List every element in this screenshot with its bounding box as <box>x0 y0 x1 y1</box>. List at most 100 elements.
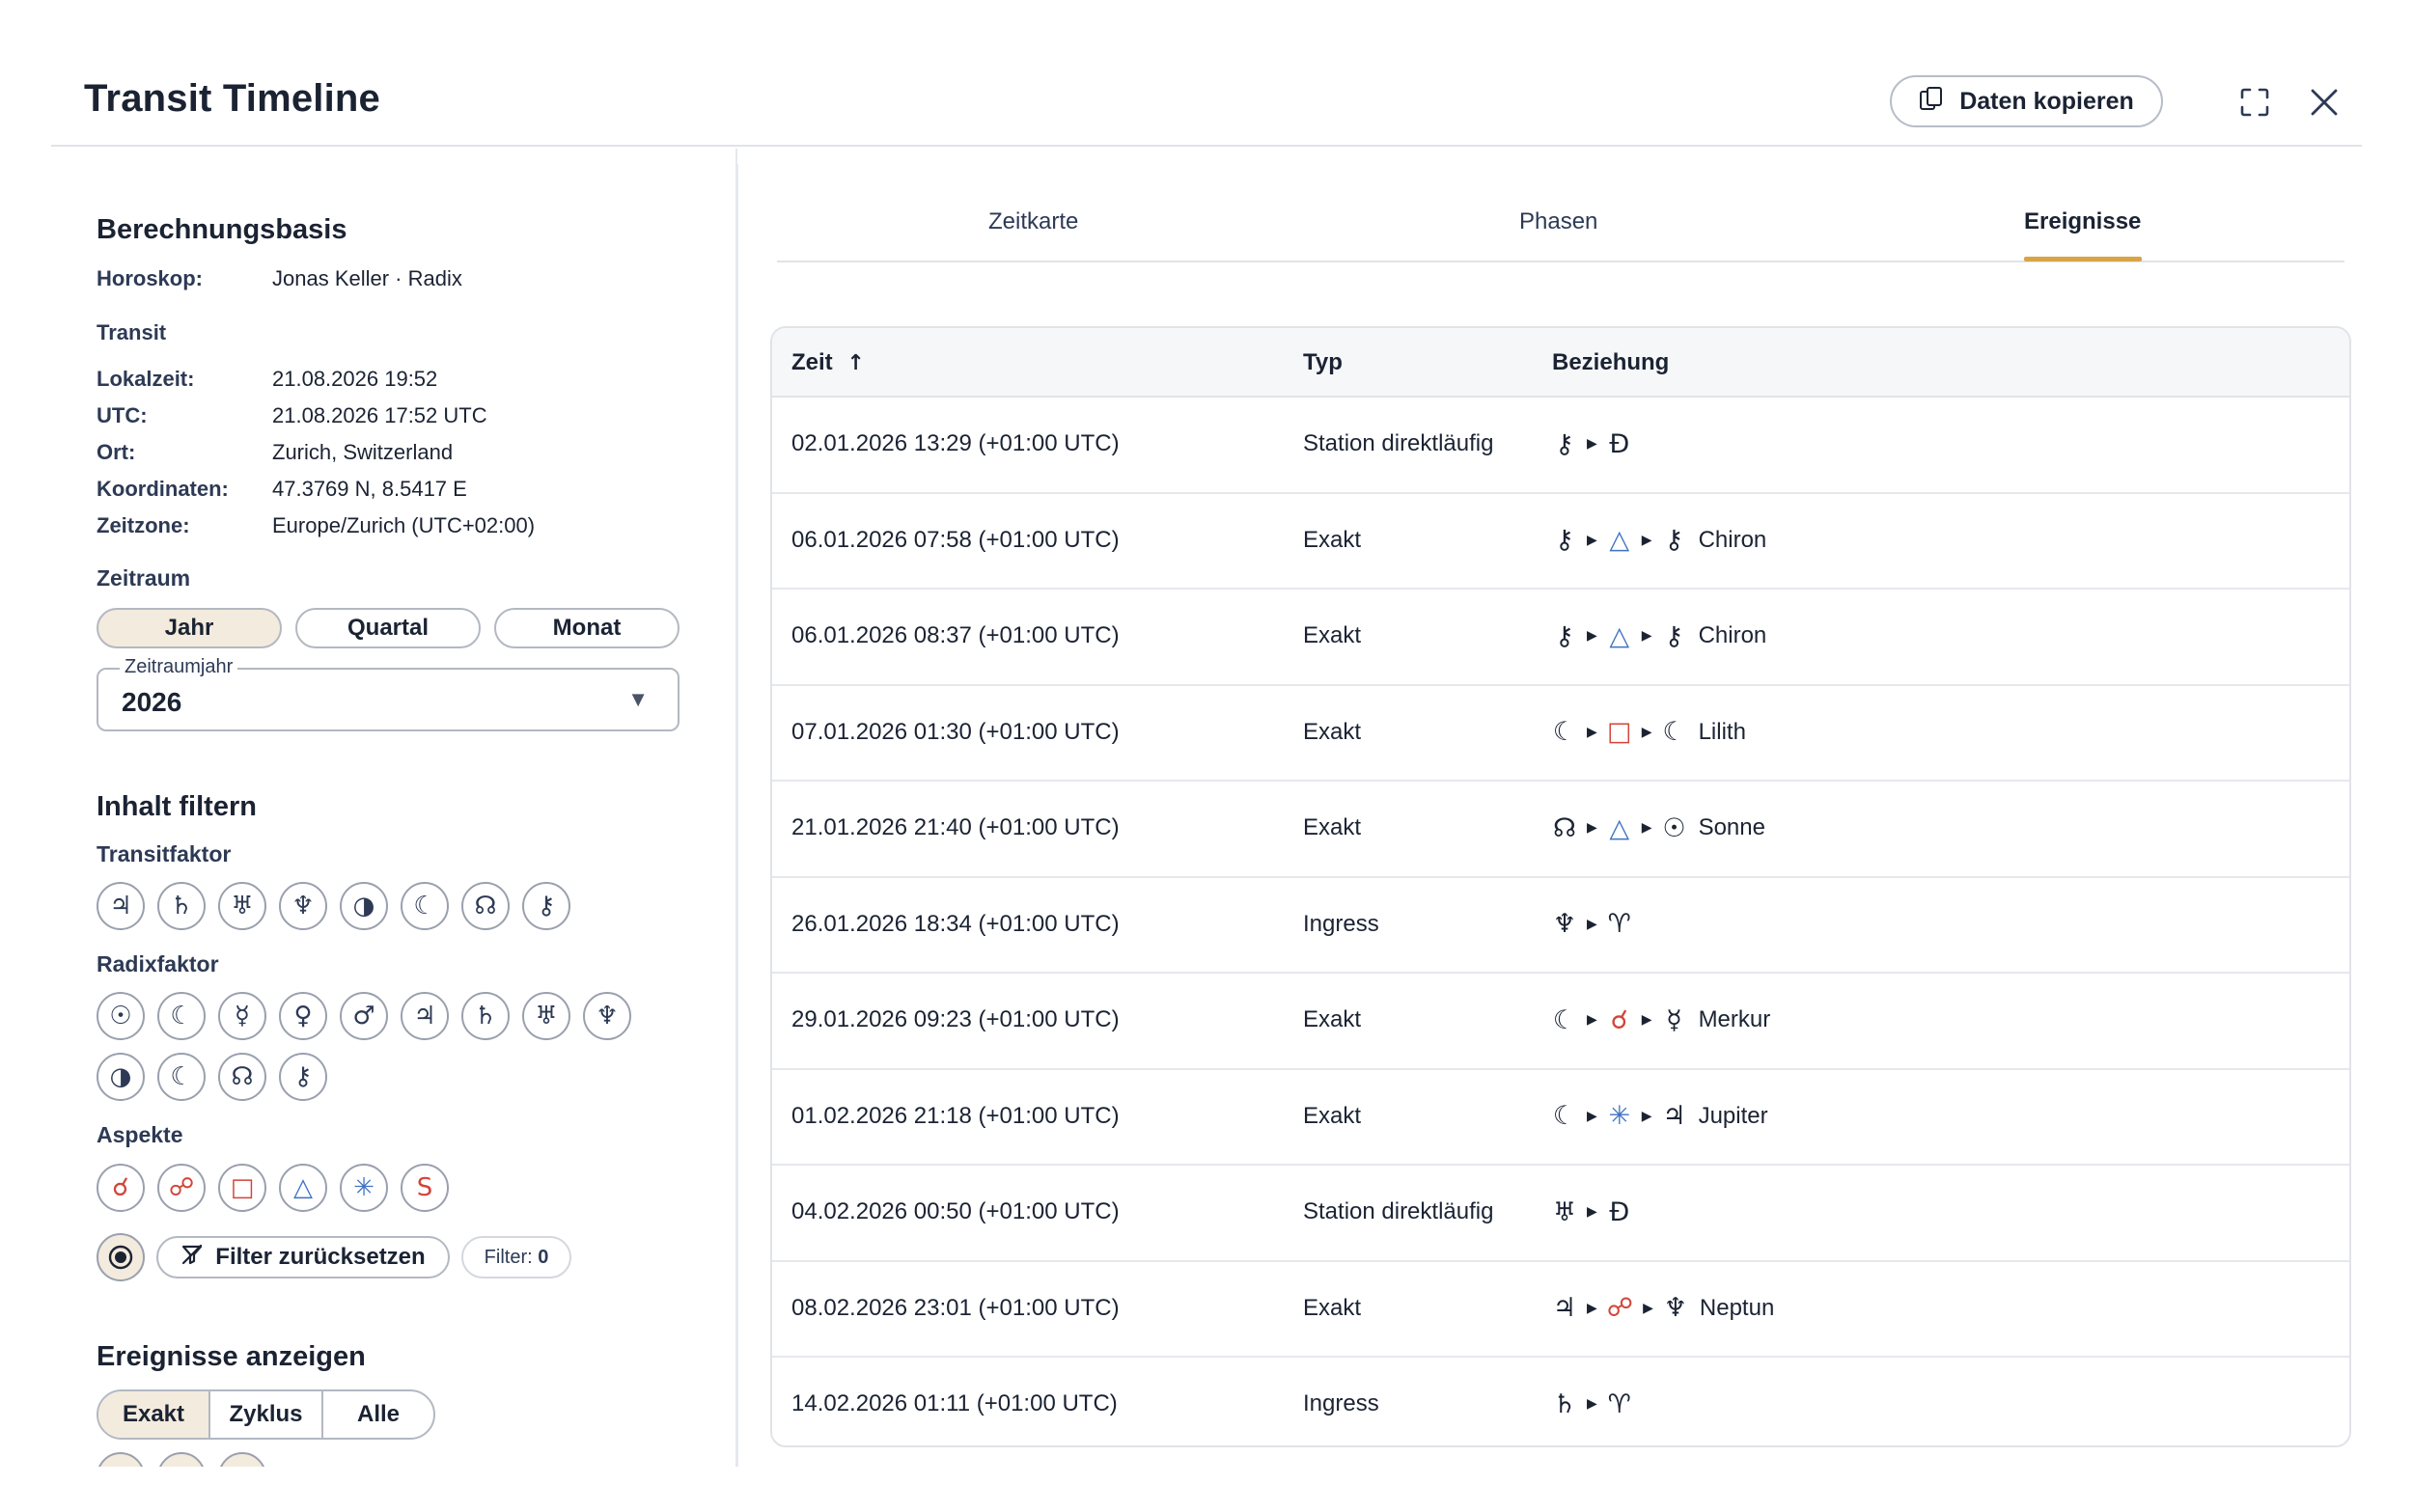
table-row[interactable]: 14.02.2026 01:11 (+01:00 UTC) Ingress ♄ ▶ ♈ <box>772 1358 2349 1445</box>
radix-venus-icon[interactable]: ♀ <box>279 992 327 1040</box>
radix-uranus-icon[interactable]: ♅ <box>522 992 570 1040</box>
active-tab-indicator <box>2024 257 2142 261</box>
aspect-trine-icon[interactable]: △ <box>279 1164 327 1212</box>
lokalzeit-label: Lokalzeit: <box>97 367 195 391</box>
table-row[interactable]: 08.02.2026 23:01 (+01:00 UTC) Exakt ♃ ▶ ☍ ▶ ♆ N… <box>772 1262 2349 1358</box>
arrow-icon: ▶ <box>1587 820 1597 836</box>
transit-saturn-icon[interactable]: ♄ <box>157 882 206 930</box>
astro-glyph-icon: ⚷ <box>1664 525 1684 555</box>
astro-glyph-icon: ☊ <box>1553 812 1576 843</box>
basis-title: Berechnungsbasis <box>97 214 347 245</box>
sort-ascending-icon: ↑ <box>846 351 865 375</box>
astro-glyph-icon: ☾ <box>1662 717 1686 747</box>
aspect-square-icon[interactable]: □ <box>218 1164 266 1212</box>
radixfaktor-title: Radixfaktor <box>97 951 219 976</box>
astro-glyph-icon: ☾ <box>1552 717 1577 747</box>
transit-lilith-icon[interactable]: ☾ <box>401 882 449 930</box>
select-value: 2026 <box>122 687 182 717</box>
astro-glyph-icon: △ <box>1609 620 1630 651</box>
arrow-icon: ▶ <box>1587 916 1597 932</box>
filter-title: Inhalt filtern <box>97 791 257 822</box>
table-row[interactable]: 06.01.2026 07:58 (+01:00 UTC) Exakt ⚷ ▶ △ ▶ ⚷ C… <box>772 494 2349 590</box>
chevron-down-icon: ▼ <box>627 687 649 711</box>
radix-neptune-icon[interactable]: ♆ <box>583 992 631 1040</box>
zeitraum-option-jahr[interactable]: Jahr <box>97 608 282 648</box>
radix-lilith-icon[interactable]: ☾ <box>157 1053 206 1101</box>
transit-chiron-icon[interactable]: ⚷ <box>522 882 570 930</box>
arrow-icon: ▶ <box>1641 532 1652 548</box>
fullscreen-icon[interactable] <box>2233 81 2276 124</box>
astro-glyph-icon: ✳ <box>1608 1101 1631 1131</box>
table-row[interactable]: 29.01.2026 09:23 (+01:00 UTC) Exakt ☾ ▶ ☌ ▶ ☿ M… <box>772 974 2349 1070</box>
zeitraum-option-monat[interactable]: Monat <box>494 608 680 648</box>
cell-relation: ☾ ▶ ☌ ▶ ☿ Merkur <box>1552 999 1770 1041</box>
transit-neptune-icon[interactable]: ♆ <box>279 882 327 930</box>
table-row[interactable]: 26.01.2026 18:34 (+01:00 UTC) Ingress ♆ ▶ ♈ <box>772 878 2349 974</box>
cell-time: 21.01.2026 21:40 (+01:00 UTC) <box>791 814 1120 840</box>
cell-time: 06.01.2026 07:58 (+01:00 UTC) <box>791 526 1120 553</box>
aspect-s-icon[interactable]: S <box>401 1164 449 1212</box>
radix-mars-icon[interactable]: ♂ <box>340 992 388 1040</box>
zeitraum-option-quartal[interactable]: Quartal <box>295 608 481 648</box>
tab-ereignisse[interactable]: Ereignisse <box>2024 208 2141 235</box>
arrow-icon: ▶ <box>1641 724 1652 740</box>
astro-glyph-icon: ☌ <box>1610 1004 1628 1035</box>
events-option-zyklus[interactable]: Zyklus <box>210 1391 323 1438</box>
events-option-alle[interactable]: Alle <box>323 1391 433 1438</box>
table-row[interactable]: 21.01.2026 21:40 (+01:00 UTC) Exakt ☊ ▶ △ ▶ ☉ S… <box>772 782 2349 878</box>
cell-type: Exakt <box>1303 1294 1362 1321</box>
cell-type: Exakt <box>1303 526 1362 553</box>
filter-off-icon <box>180 1243 204 1273</box>
zeitraumjahr-select[interactable]: Zeitraumjahr 2026 ▼ <box>97 656 680 731</box>
tab-zeitkarte[interactable]: Zeitkarte <box>988 208 1078 235</box>
dialog-title: Transit Timeline <box>84 77 381 120</box>
filter-count-label: Filter: <box>484 1246 533 1268</box>
column-header-beziehung[interactable]: Beziehung <box>1552 349 1669 376</box>
transit-node-icon[interactable]: ☊ <box>461 882 510 930</box>
table-row[interactable]: 01.02.2026 21:18 (+01:00 UTC) Exakt ☾ ▶ ✳ ▶ ♃ J… <box>772 1070 2349 1166</box>
cell-type: Station direktläufig <box>1303 1198 1494 1224</box>
radix-sun-icon[interactable]: ☉ <box>97 992 145 1040</box>
copy-button-label: Daten kopieren <box>1959 87 2134 115</box>
ort-label: Ort: <box>97 440 136 464</box>
radix-chiron-icon[interactable]: ⚷ <box>279 1053 327 1101</box>
astro-glyph-icon: ♃ <box>1552 1293 1577 1323</box>
events-option-exakt[interactable]: Exakt <box>98 1391 210 1438</box>
aspect-sextile-icon[interactable]: ✳ <box>340 1164 388 1212</box>
panel-divider <box>736 164 738 1467</box>
arrow-icon: ▶ <box>1587 1204 1597 1220</box>
select-label: Zeitraumjahr <box>120 656 238 678</box>
aspect-conjunction-icon[interactable]: ☌ <box>97 1164 145 1212</box>
table-row[interactable]: 06.01.2026 08:37 (+01:00 UTC) Exakt ⚷ ▶ △ ▶ ⚷ C… <box>772 590 2349 686</box>
radix-node-icon[interactable]: ☊ <box>218 1053 266 1101</box>
column-header-typ[interactable]: Typ <box>1303 349 1343 376</box>
table-row[interactable]: 07.01.2026 01:30 (+01:00 UTC) Exakt ☾ ▶ □ ▶ ☾ L… <box>772 686 2349 782</box>
copy-data-button[interactable]: Daten kopieren <box>1890 75 2163 127</box>
transitfaktor-title: Transitfaktor <box>97 841 232 866</box>
radix-saturn-icon[interactable]: ♄ <box>461 992 510 1040</box>
cell-relation: ☊ ▶ △ ▶ ☉ Sonne <box>1552 807 1765 849</box>
transit-uranus-icon[interactable]: ♅ <box>218 882 266 930</box>
table-row[interactable]: 02.01.2026 13:29 (+01:00 UTC) Station dir… <box>772 398 2349 494</box>
close-icon[interactable] <box>2303 81 2345 124</box>
astro-glyph-icon: ☉ <box>1662 812 1686 843</box>
radio-toggle-icon[interactable] <box>97 1233 145 1281</box>
aspect-opposition-icon[interactable]: ☍ <box>157 1164 206 1212</box>
horoskop-value: Jonas Keller · Radix <box>272 266 462 290</box>
tab-phasen[interactable]: Phasen <box>1519 208 1597 235</box>
radix-jupiter-icon[interactable]: ♃ <box>401 992 449 1040</box>
radix-moon-icon[interactable]: ☾ <box>157 992 206 1040</box>
cell-relation: ☾ ▶ □ ▶ ☾ Lilith <box>1552 711 1746 754</box>
cell-relation: ♄ ▶ ♈ <box>1552 1383 1632 1425</box>
transit-jupiter-icon[interactable]: ♃ <box>97 882 145 930</box>
radix-pluto-icon[interactable]: ◑ <box>97 1053 145 1101</box>
radix-mercury-icon[interactable]: ☿ <box>218 992 266 1040</box>
ort-value: Zurich, Switzerland <box>272 440 454 464</box>
table-header: Zeit ↑ Typ Beziehung <box>772 328 2349 398</box>
transit-pluto-icon[interactable]: ◑ <box>340 882 388 930</box>
column-header-zeit[interactable]: Zeit ↑ <box>791 349 865 376</box>
reset-filter-button[interactable]: Filter zurücksetzen <box>156 1236 450 1278</box>
table-row[interactable]: 04.02.2026 00:50 (+01:00 UTC) Station dir… <box>772 1166 2349 1262</box>
relation-target: Neptun <box>1699 1294 1775 1321</box>
astro-glyph-icon: ⚷ <box>1664 620 1684 651</box>
